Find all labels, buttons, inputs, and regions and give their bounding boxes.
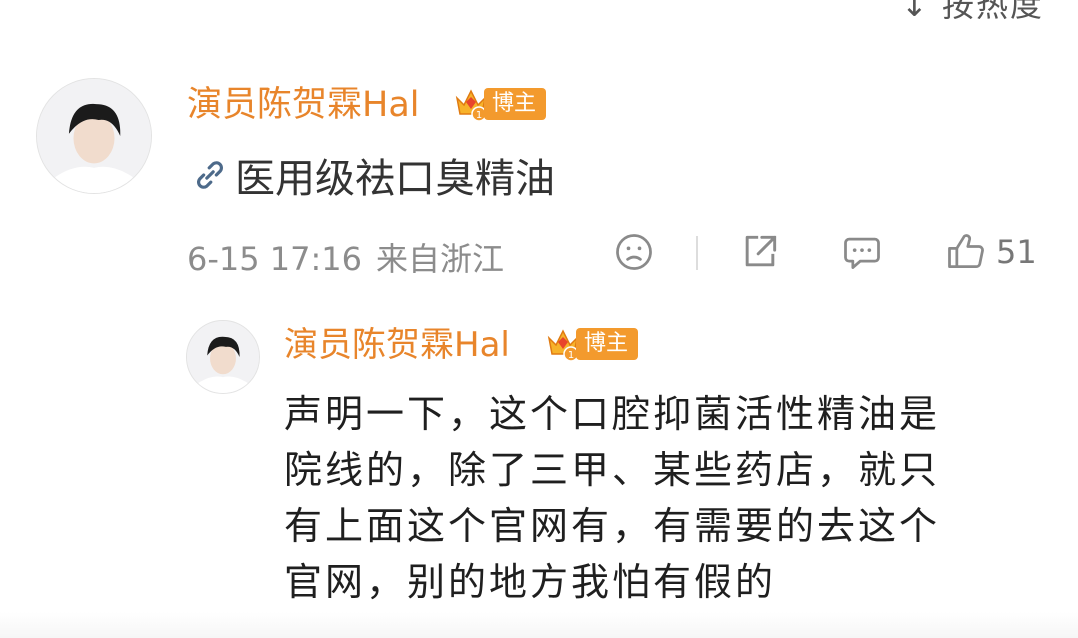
reply-line: 声明一下，这个口腔抑菌活性精油是 bbox=[284, 392, 941, 436]
like-count: 51 bbox=[996, 233, 1037, 271]
reply-username[interactable]: 演员陈贺霖Hal bbox=[284, 328, 510, 362]
link-text: 医用级祛口臭精油 bbox=[235, 156, 555, 202]
avatar-image bbox=[187, 321, 259, 393]
svg-text:1: 1 bbox=[476, 110, 482, 121]
comment-username[interactable]: 演员陈贺霖Hal bbox=[187, 88, 420, 123]
reply-avatar[interactable] bbox=[186, 320, 260, 394]
action-divider bbox=[696, 236, 698, 270]
like-icon bbox=[948, 234, 984, 269]
comment-icon bbox=[844, 237, 880, 269]
badge-label: 博主 bbox=[484, 87, 547, 121]
avatar[interactable] bbox=[36, 78, 152, 194]
blogger-badge: 1 博主 bbox=[546, 326, 639, 362]
comment-time: 6-15 17:16 bbox=[187, 240, 363, 278]
emoji-icon bbox=[616, 234, 652, 270]
crown-icon: 1 bbox=[547, 329, 579, 362]
share-icon bbox=[745, 235, 777, 267]
crown-icon: 1 bbox=[455, 89, 487, 122]
like-button[interactable]: 51 bbox=[944, 230, 1037, 274]
reply-text: 声明一下，这个口腔抑菌活性精油是 院线的，除了三甲、某些药店，就只 有上面这个官… bbox=[284, 386, 1024, 610]
reply-line: 有上面这个官网有，有需要的去这个 bbox=[284, 504, 941, 548]
svg-text:1: 1 bbox=[568, 350, 574, 361]
blogger-badge: 1 博主 bbox=[454, 86, 547, 122]
badge-label: 博主 bbox=[576, 327, 639, 361]
sort-by-hot[interactable]: ↓ 按热度 bbox=[901, 0, 1044, 26]
avatar-image bbox=[37, 79, 151, 193]
reply-line: 官网，别的地方我怕有假的 bbox=[284, 560, 777, 604]
product-link[interactable]: 医用级祛口臭精油 bbox=[191, 146, 555, 204]
reply-line: 院线的，除了三甲、某些药店，就只 bbox=[284, 448, 941, 492]
comment-meta: 6-15 17:16 来自浙江 bbox=[187, 234, 504, 280]
comment-button[interactable] bbox=[840, 230, 884, 274]
comment-location: 来自浙江 bbox=[376, 240, 505, 278]
share-button[interactable] bbox=[738, 230, 782, 274]
link-icon bbox=[197, 161, 223, 189]
bottom-watermark bbox=[0, 612, 1078, 638]
emoji-reaction-button[interactable] bbox=[612, 230, 656, 274]
